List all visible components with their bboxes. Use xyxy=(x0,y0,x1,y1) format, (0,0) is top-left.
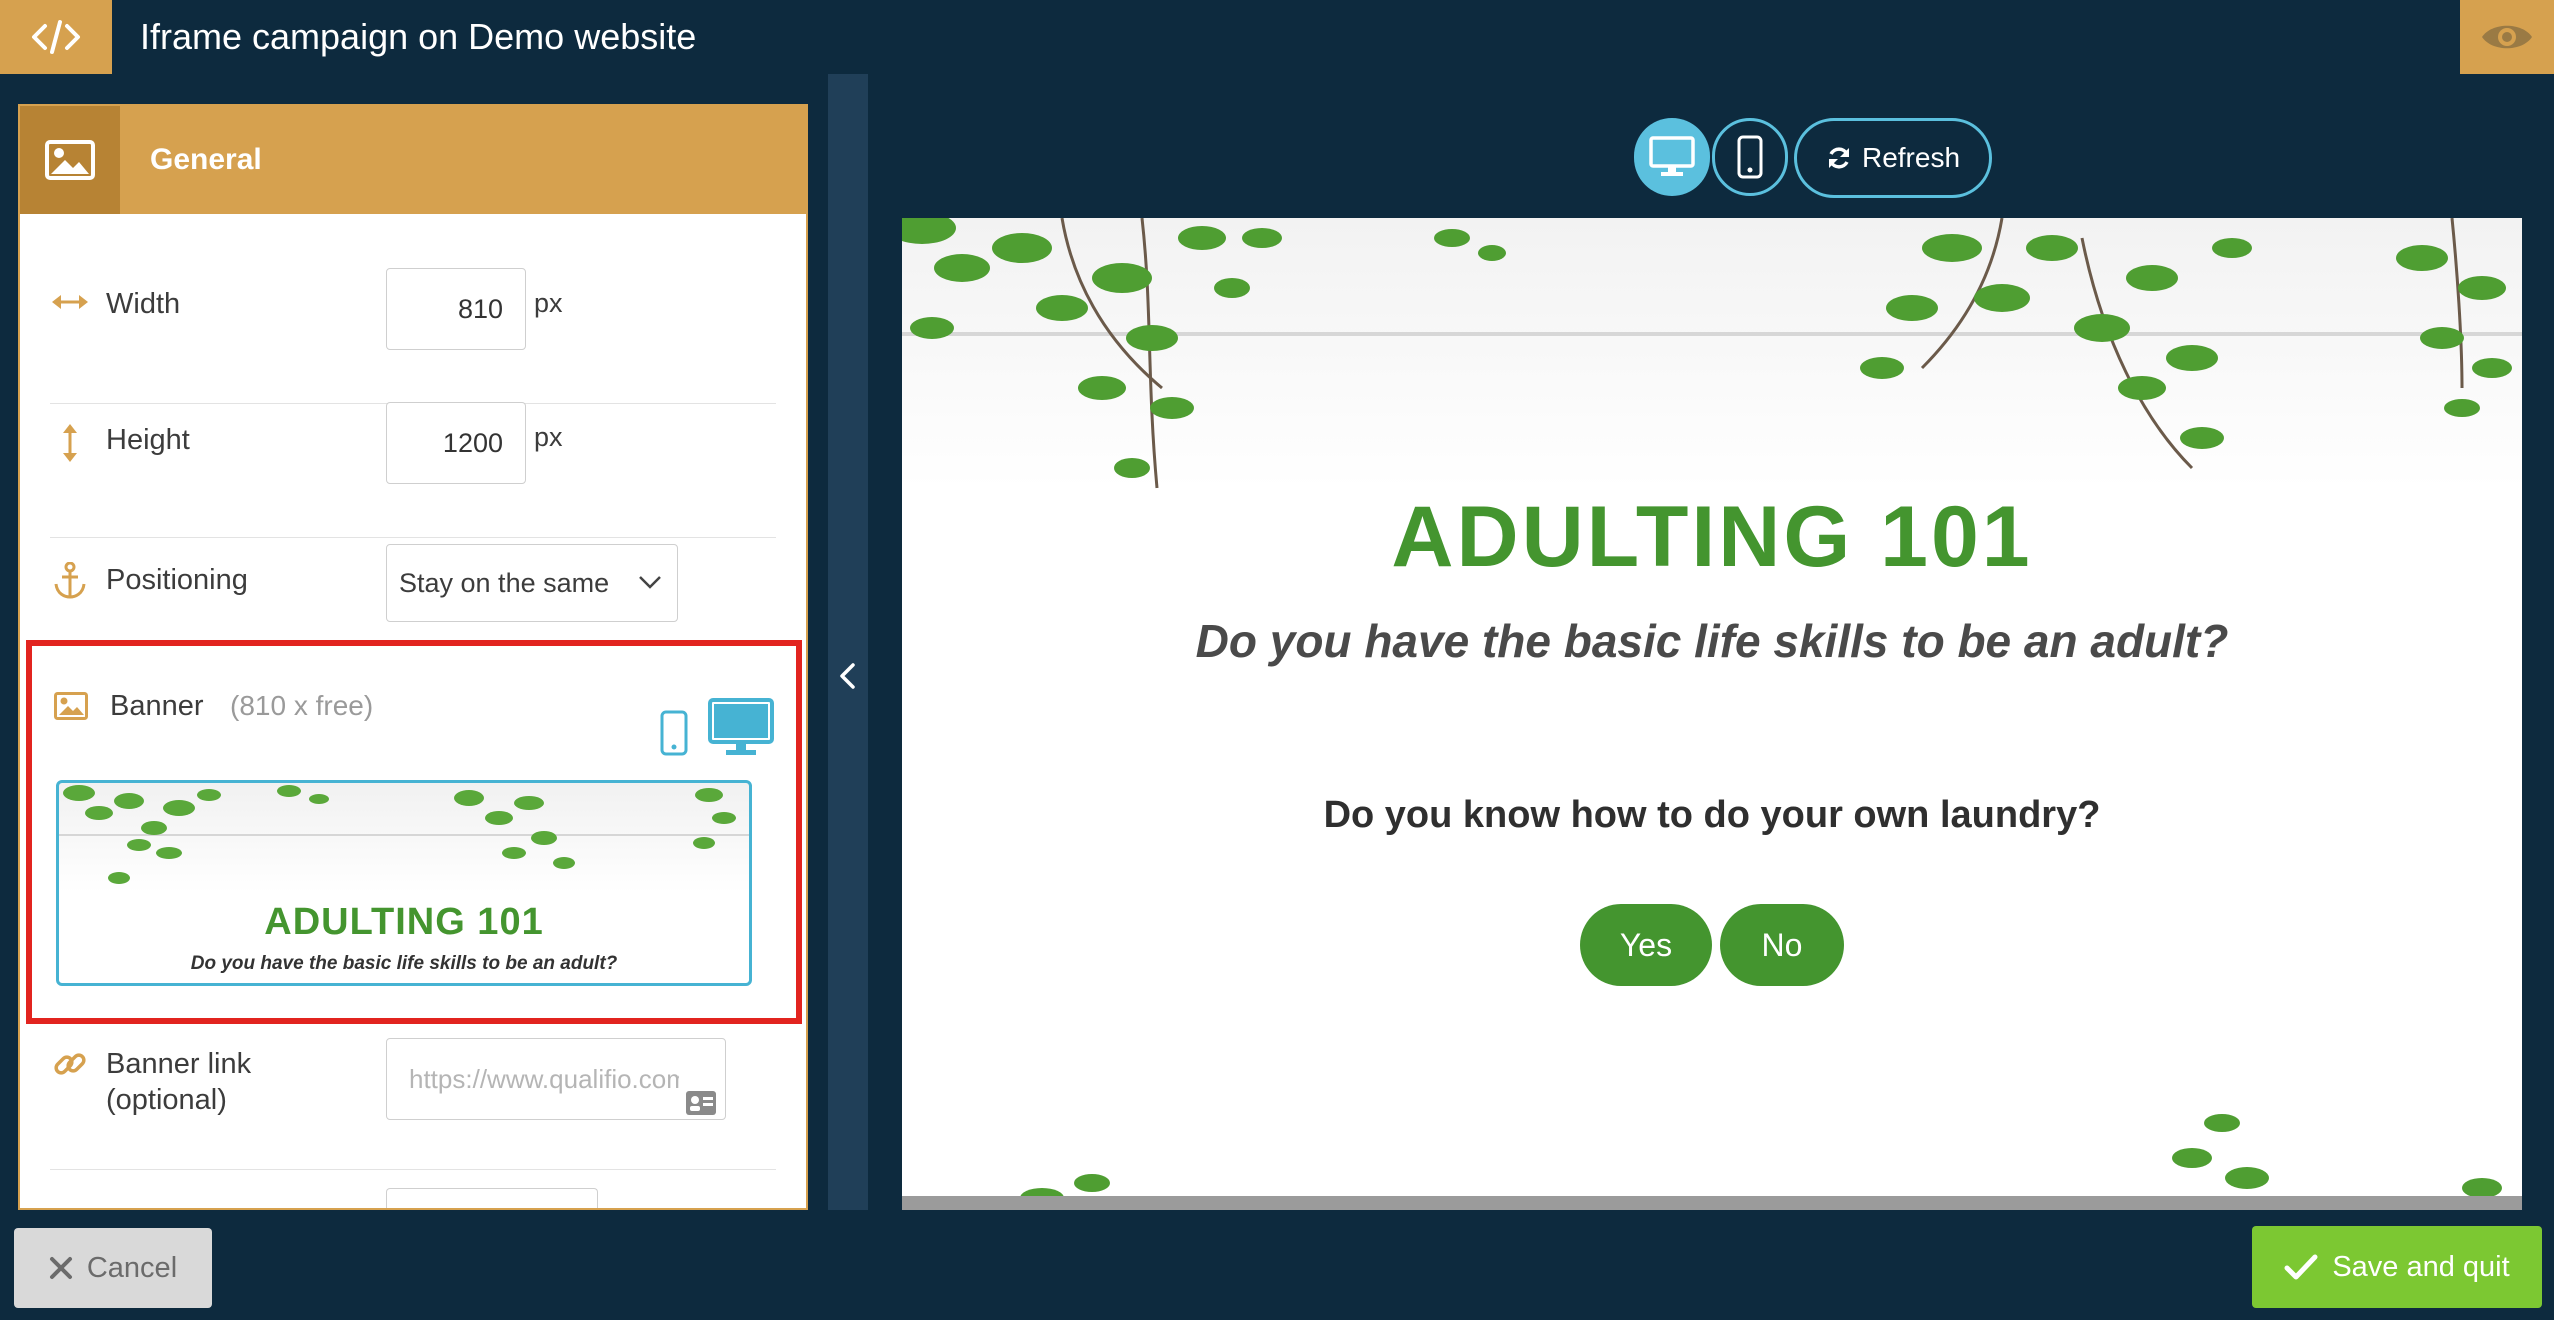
chevron-down-icon xyxy=(639,576,661,589)
banner-link-label: Banner link (optional) xyxy=(106,1046,251,1118)
banner-dimensions: (810 x free) xyxy=(230,690,374,721)
width-row: Width 810 px xyxy=(50,268,776,404)
height-unit: px xyxy=(534,422,563,452)
preview-horizontal-scrollbar[interactable] xyxy=(902,1196,2522,1210)
bottom-bar: Cancel Save and quit xyxy=(0,1210,2554,1320)
image-icon xyxy=(45,140,95,180)
width-unit: px xyxy=(534,288,563,318)
anchor-icon xyxy=(50,562,90,600)
question-text: Do you know how to do your own laundry? xyxy=(1323,794,2101,836)
answer-yes-button[interactable]: Yes xyxy=(1580,904,1712,986)
desktop-view-button[interactable] xyxy=(1634,118,1710,196)
preview-button[interactable] xyxy=(2460,0,2554,74)
desktop-icon[interactable] xyxy=(708,698,774,763)
settings-panel: General Width 810 px Height 1200 px Posi… xyxy=(18,104,808,1210)
cancel-label: Cancel xyxy=(86,1251,178,1284)
next-field-input[interactable] xyxy=(386,1188,598,1208)
banner-thumbnail[interactable]: ADULTING 101 Do you have the basic life … xyxy=(56,780,752,986)
banner-link-row: Banner link (optional) https://www.quali… xyxy=(50,1038,776,1170)
leaves-decoration xyxy=(902,218,2512,1208)
campaign-title: ADULTING 101 xyxy=(1391,489,2033,585)
banner-link-label-line2: (optional) xyxy=(106,1084,227,1116)
banner-section: Banner (810 x free) ADULTING 101 Do you … xyxy=(26,640,802,1024)
banner-link-label-line1: Banner link xyxy=(106,1048,252,1080)
code-button[interactable] xyxy=(0,0,112,74)
page-title: Iframe campaign on Demo website xyxy=(140,16,697,57)
link-icon xyxy=(50,1046,90,1082)
height-row: Height 1200 px xyxy=(50,402,776,538)
height-label: Height xyxy=(106,424,190,456)
banner-link-placeholder: https://www.qualifio.com xyxy=(409,1064,688,1094)
leaves-decoration xyxy=(59,785,749,884)
horizontal-arrows-icon xyxy=(50,292,90,312)
save-and-quit-button[interactable]: Save and quit xyxy=(2252,1226,2542,1308)
check-icon xyxy=(2284,1254,2318,1280)
mobile-view-button[interactable] xyxy=(1712,118,1788,196)
desktop-icon xyxy=(1649,136,1695,176)
banner-thumb-title: ADULTING 101 xyxy=(264,901,544,943)
save-label: Save and quit xyxy=(2332,1250,2510,1283)
banner-label: Banner xyxy=(110,690,204,722)
close-icon xyxy=(49,1257,72,1279)
width-label: Width xyxy=(106,288,181,320)
collapse-panel-toggle[interactable] xyxy=(828,74,868,1210)
chevron-left-icon xyxy=(840,663,855,689)
campaign-subtitle: Do you have the basic life skills to be … xyxy=(1195,615,2229,667)
top-bar: Iframe campaign on Demo website xyxy=(0,0,2554,74)
contact-card-icon[interactable] xyxy=(679,1067,717,1119)
width-input[interactable]: 810 xyxy=(386,268,526,350)
positioning-select[interactable]: Stay on the same xyxy=(386,544,678,622)
image-icon xyxy=(54,692,88,725)
eye-icon xyxy=(2482,25,2532,49)
section-header-general[interactable]: General xyxy=(20,106,806,214)
code-icon xyxy=(32,20,80,54)
banner-thumb-subtitle: Do you have the basic life skills to be … xyxy=(190,953,618,974)
campaign-preview: ADULTING 101 Do you have the basic life … xyxy=(902,218,2522,1210)
cancel-button[interactable]: Cancel xyxy=(14,1228,212,1308)
vertical-arrows-icon xyxy=(50,424,90,462)
section-title: General xyxy=(150,143,262,176)
height-input[interactable]: 1200 xyxy=(386,402,526,484)
refresh-button[interactable]: Refresh xyxy=(1794,118,1992,198)
refresh-label: Refresh xyxy=(1861,142,1961,173)
banner-link-input[interactable]: https://www.qualifio.com xyxy=(386,1038,726,1120)
positioning-value: Stay on the same xyxy=(399,568,610,598)
answer-no-button[interactable]: No xyxy=(1720,904,1844,986)
positioning-label: Positioning xyxy=(106,564,248,596)
image-icon-box xyxy=(20,106,120,214)
mobile-icon xyxy=(1737,135,1763,179)
mobile-icon[interactable] xyxy=(660,710,688,761)
positioning-row: Positioning Stay on the same xyxy=(50,538,776,636)
refresh-icon xyxy=(1828,147,1849,169)
